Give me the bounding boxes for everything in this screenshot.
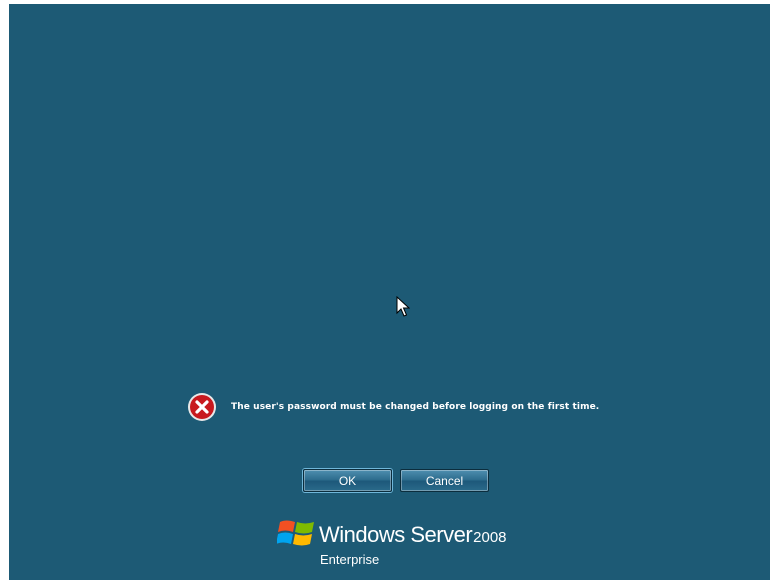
error-message: The user's password must be changed befo…	[187, 392, 599, 422]
mouse-cursor-icon	[396, 296, 410, 317]
product-title: Windows Server	[319, 522, 473, 547]
windows-flag-icon	[277, 520, 314, 546]
product-name: Windows Server2008	[319, 522, 507, 548]
product-edition: Enterprise	[320, 552, 380, 567]
error-message-text: The user's password must be changed befo…	[231, 402, 600, 412]
windows-server-logo: Windows Server2008 Enterprise	[277, 516, 527, 574]
error-icon	[188, 393, 216, 421]
cancel-button[interactable]: Cancel	[400, 469, 489, 492]
logon-screen: The user's password must be changed befo…	[9, 4, 770, 580]
product-version: 2008	[473, 529, 507, 546]
ok-button[interactable]: OK	[303, 469, 392, 492]
